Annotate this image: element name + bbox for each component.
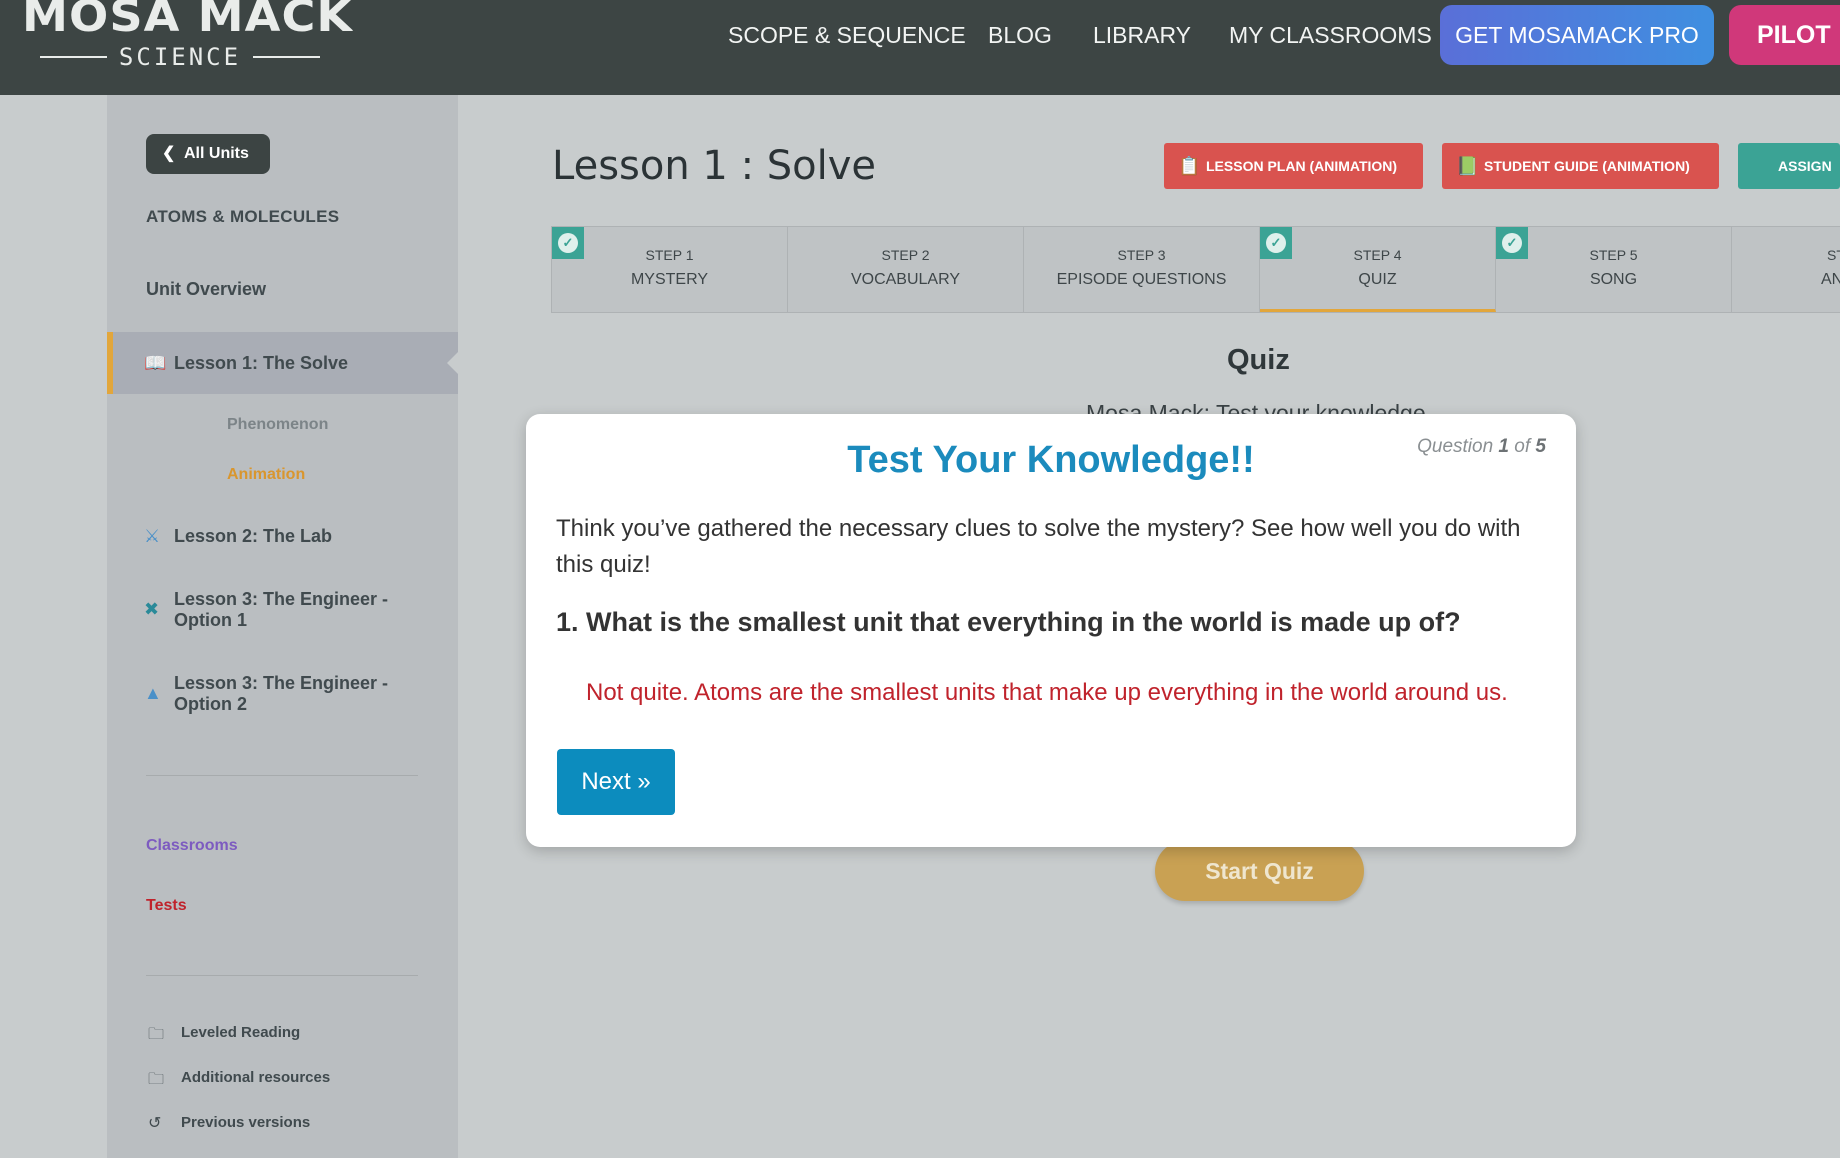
flask-icon: ⚔: [144, 526, 161, 546]
step-number: STEP 5: [1589, 247, 1638, 263]
lesson-3-option-2-line1: Lesson 3: The Engineer -: [174, 673, 389, 693]
step-complete-badge: ✓: [1260, 227, 1292, 259]
step-name: ANI: [1821, 271, 1840, 288]
sidebar-link-tests[interactable]: Tests: [146, 897, 187, 915]
book-icon: 📖: [144, 353, 167, 373]
nav-my-classrooms[interactable]: MY CLASSROOMS: [1229, 20, 1432, 50]
sidebar-subitem-phenomenon[interactable]: Phenomenon: [227, 416, 328, 434]
assign-button[interactable]: ASSIGN: [1738, 143, 1840, 189]
step-name: QUIZ: [1358, 271, 1397, 288]
tab-step-1-mystery[interactable]: ✓ STEP 1 MYSTERY: [552, 227, 788, 312]
get-pro-button[interactable]: GET MOSAMACK PRO: [1440, 5, 1714, 65]
lesson-3-option-1-line1: Lesson 3: The Engineer -: [174, 589, 389, 609]
counter-of: of: [1514, 436, 1531, 457]
quiz-heading: Quiz: [1227, 344, 1290, 376]
start-quiz-button[interactable]: Start Quiz: [1155, 841, 1364, 901]
history-icon: ↺: [148, 1115, 162, 1132]
sidebar-item-lesson-2[interactable]: Lesson 2: The Lab: [174, 526, 332, 547]
sidebar-item-lesson-3-option-1[interactable]: Lesson 3: The Engineer - Option 1: [174, 589, 388, 631]
lesson-plan-label: LESSON PLAN (ANIMATION): [1206, 158, 1398, 174]
step-complete-badge: ✓: [1496, 227, 1528, 259]
folder-icon: 🗀: [148, 1071, 165, 1088]
step-name: EPISODE QUESTIONS: [1056, 271, 1227, 288]
tab-step-4-quiz[interactable]: ✓ STEP 4 QUIZ: [1260, 227, 1496, 312]
tools-icon: ✖: [144, 599, 160, 619]
step-number: ST: [1827, 247, 1840, 263]
quiz-question: 1. What is the smallest unit that everyt…: [556, 607, 1461, 637]
modal-intro-text: Think you’ve gathered the necessary clue…: [556, 515, 1521, 578]
sidebar-subitem-animation[interactable]: Animation: [227, 466, 305, 484]
answer-feedback: Not quite. Atoms are the smallest units …: [586, 679, 1508, 706]
step-number: STEP 2: [881, 247, 930, 263]
sidebar-divider: [146, 775, 418, 776]
unit-title: ATOMS & MOLECULES: [146, 207, 340, 226]
sidebar-item-lesson-1[interactable]: Lesson 1: The Solve: [174, 353, 348, 374]
step-name: VOCABULARY: [850, 271, 961, 288]
folder-icon: 🗀: [148, 1026, 165, 1043]
sidebar-divider: [146, 975, 418, 976]
step-name: SONG: [1589, 271, 1638, 288]
tab-step-5-song[interactable]: ✓ STEP 5 SONG: [1496, 227, 1732, 312]
logo-main-text: MOSA MACK: [22, 0, 354, 36]
student-guide-label: STUDENT GUIDE (ANIMATION): [1484, 158, 1690, 174]
sidebar-resource-additional-resources[interactable]: Additional resources: [181, 1069, 330, 1086]
lesson-plan-button[interactable]: 📋 LESSON PLAN (ANIMATION): [1164, 143, 1423, 189]
step-name: MYSTERY: [630, 271, 709, 288]
nav-blog[interactable]: BLOG: [988, 20, 1052, 50]
logo-sub: SCIENCE: [40, 43, 320, 71]
sidebar-resource-leveled-reading[interactable]: Leveled Reading: [181, 1024, 300, 1041]
logo-sub-text: SCIENCE: [118, 43, 242, 71]
nav-library[interactable]: LIBRARY: [1093, 20, 1191, 50]
counter-total: 5: [1535, 436, 1546, 457]
step-number: STEP 1: [645, 247, 694, 263]
flask-icon: ▲: [144, 683, 162, 703]
next-button[interactable]: Next »: [557, 749, 675, 815]
step-number: STEP 3: [1117, 247, 1166, 263]
lesson-3-option-2-line2: Option 2: [174, 694, 247, 714]
logo-divider-right: [253, 56, 320, 58]
check-icon: ✓: [1266, 233, 1286, 253]
step-complete-badge: ✓: [552, 227, 584, 259]
nav-scope-sequence[interactable]: SCOPE & SEQUENCE: [728, 20, 966, 50]
sidebar-item-unit-overview[interactable]: Unit Overview: [146, 279, 266, 300]
question-counter: Question 1 of 5: [1417, 436, 1546, 458]
tab-step-6[interactable]: ST ANI: [1732, 227, 1840, 312]
sidebar-resource-previous-versions[interactable]: Previous versions: [181, 1114, 310, 1131]
check-icon: ✓: [1502, 233, 1522, 253]
counter-current: 1: [1498, 436, 1509, 457]
check-icon: ✓: [558, 233, 578, 253]
all-units-label: All Units: [184, 145, 249, 162]
active-indicator-notch: [447, 352, 458, 374]
tab-step-3-episode-questions[interactable]: STEP 3 EPISODE QUESTIONS: [1024, 227, 1260, 312]
student-guide-button[interactable]: 📗 STUDENT GUIDE (ANIMATION): [1442, 143, 1719, 189]
book-icon: 📗: [1456, 156, 1479, 176]
logo-divider-left: [40, 56, 107, 58]
sidebar-item-lesson-3-option-2[interactable]: Lesson 3: The Engineer - Option 2: [174, 673, 388, 715]
top-navigation: MOSA MACK SCIENCE SCOPE & SEQUENCE BLOG …: [0, 0, 1840, 95]
step-number: STEP 4: [1353, 247, 1402, 263]
counter-prefix: Question: [1417, 436, 1494, 457]
lesson-steps-tabs: ✓ STEP 1 MYSTERY STEP 2 VOCABULARY STEP …: [551, 226, 1840, 313]
quiz-modal: Test Your Knowledge!! Question 1 of 5 Th…: [526, 414, 1576, 847]
tab-step-2-vocabulary[interactable]: STEP 2 VOCABULARY: [788, 227, 1024, 312]
chevron-left-icon: ❮: [162, 145, 176, 162]
all-units-button[interactable]: ❮ All Units: [146, 134, 270, 174]
lesson-3-option-1-line2: Option 1: [174, 610, 247, 630]
sidebar-link-classrooms[interactable]: Classrooms: [146, 837, 238, 855]
pilot-button[interactable]: PILOT: [1729, 5, 1840, 65]
clipboard-icon: 📋: [1178, 156, 1201, 176]
page-title: Lesson 1 : Solve: [552, 143, 877, 189]
